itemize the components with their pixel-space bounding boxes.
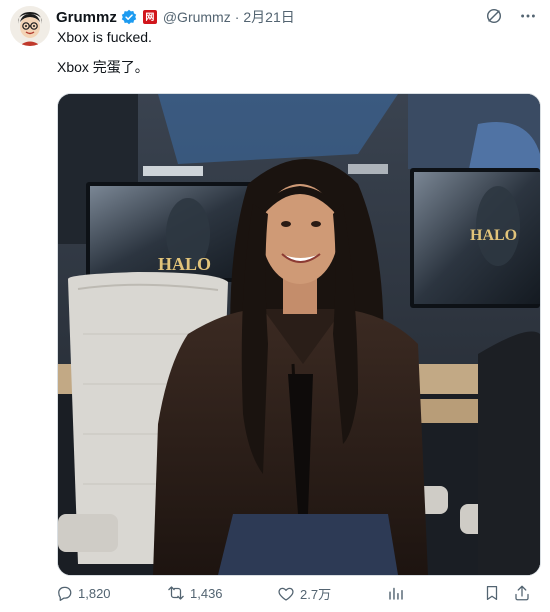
reply-count: 1,820	[78, 585, 111, 601]
share-button[interactable]	[513, 584, 531, 602]
reply-button[interactable]: 1,820	[55, 584, 111, 602]
tweet-actions: 1,820 1,436 2.7万	[55, 584, 540, 608]
verified-badge-icon	[121, 9, 137, 25]
views-button[interactable]	[387, 584, 410, 602]
like-count: 2.7万	[300, 587, 332, 602]
affiliate-badge-icon: 网	[142, 10, 157, 24]
grok-icon[interactable]	[484, 6, 504, 26]
header-actions	[484, 6, 538, 26]
like-icon	[278, 587, 294, 601]
tweet-text-line-1: Xbox is fucked.	[57, 29, 152, 45]
tweet-date[interactable]: 2月21日	[243, 7, 294, 27]
monitor-right-halo: HALO	[470, 227, 517, 244]
bookmark-button[interactable]	[483, 584, 501, 602]
retweet-count: 1,436	[190, 585, 223, 601]
views-icon	[389, 587, 403, 600]
tweet-photo[interactable]: HALO HALO	[57, 93, 541, 576]
avatar[interactable]	[10, 6, 50, 46]
retweet-button[interactable]: 1,436	[167, 584, 223, 602]
author-handle[interactable]: @Grummz	[163, 9, 231, 25]
tweet-header: Grummz 网 @Grummz · 2月21日	[56, 6, 295, 28]
more-options-icon[interactable]	[518, 6, 538, 26]
separator-dot: ·	[234, 9, 240, 25]
tweet: Grummz 网 @Grummz · 2月21日 Xbox is fucked.…	[0, 0, 550, 612]
bookmark-icon	[486, 585, 498, 601]
like-button[interactable]: 2.7万	[277, 584, 331, 603]
share-icon	[515, 585, 529, 601]
monitor-left-halo: HALO	[158, 254, 211, 274]
reply-icon	[58, 586, 72, 601]
tweet-text-line-2: Xbox 完蛋了。	[57, 59, 149, 75]
display-name[interactable]: Grummz	[56, 9, 117, 26]
retweet-icon	[168, 586, 184, 600]
